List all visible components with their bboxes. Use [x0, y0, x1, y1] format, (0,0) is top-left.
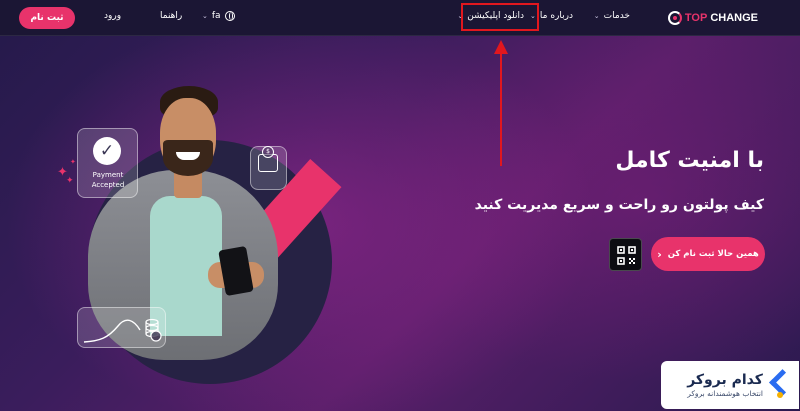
check-icon: ✓ [93, 137, 121, 165]
qr-code-icon [617, 246, 636, 265]
nav-guide[interactable]: راهنما [160, 11, 182, 21]
login-link[interactable]: ورود [104, 11, 121, 21]
logo-text-change: CHANGE [710, 12, 758, 24]
top-navbar: TOP CHANGE ⌄ خدمات ⌄ درباره ما ⌄ دانلود … [0, 0, 800, 36]
signup-now-label: همین حالا ثبت نام کن [667, 249, 759, 259]
download-highlight-box [461, 3, 539, 31]
register-button[interactable]: ثبت نام [19, 7, 75, 29]
growth-chart-card [77, 307, 166, 348]
language-label: fa [211, 11, 221, 21]
watermark-text: کدام بروکر انتخاب هوشمندانه بروکر [687, 372, 763, 399]
watermark-title: کدام بروکر [687, 371, 763, 388]
page: TOP CHANGE ⌄ خدمات ⌄ درباره ما ⌄ دانلود … [0, 0, 800, 411]
topchange-logo[interactable]: TOP CHANGE [667, 9, 758, 27]
payment-accepted-line2: Accepted [91, 181, 125, 189]
logo-text-top: TOP [684, 12, 708, 24]
nav-services[interactable]: ⌄ خدمات [594, 11, 630, 21]
qr-code-button[interactable] [609, 238, 642, 271]
chevron-down-icon: ⌄ [202, 12, 208, 20]
watermark-subtitle: انتخاب هوشمندانه بروکر [687, 388, 763, 398]
nav-guide-label: راهنما [160, 11, 183, 21]
globe-icon [224, 11, 235, 21]
coins-icon [145, 318, 162, 342]
login-label: ورود [104, 11, 122, 21]
nav-services-label: خدمات [603, 11, 630, 21]
growth-curve-icon [83, 318, 162, 343]
logo-icon [667, 11, 682, 25]
kodam-broker-watermark: کدام بروکر انتخاب هوشمندانه بروکر [661, 361, 799, 409]
signup-now-button[interactable]: همین حالا ثبت نام کن ‹ [651, 237, 765, 271]
language-selector[interactable]: ⌄ fa [202, 11, 235, 21]
payment-accepted-text: Payment Accepted [78, 170, 138, 190]
annotation-arrow-line [500, 52, 502, 166]
arrow-left-icon: ‹ [657, 247, 662, 261]
hero-title: با امنیت کامل [615, 148, 764, 173]
nav-about-label: درباره ما [539, 11, 573, 21]
payment-accepted-line1: Payment [92, 171, 124, 179]
sparkle-icon: ✦ [70, 158, 76, 166]
hero-subtitle: کیف پولتون رو راحت و سریع مدیریت کنید [474, 197, 764, 213]
kodam-broker-logo-icon [769, 370, 791, 400]
sparkle-icon: ✦ [66, 176, 74, 186]
wallet-icon [258, 146, 278, 172]
chevron-down-icon: ⌄ [593, 12, 600, 20]
